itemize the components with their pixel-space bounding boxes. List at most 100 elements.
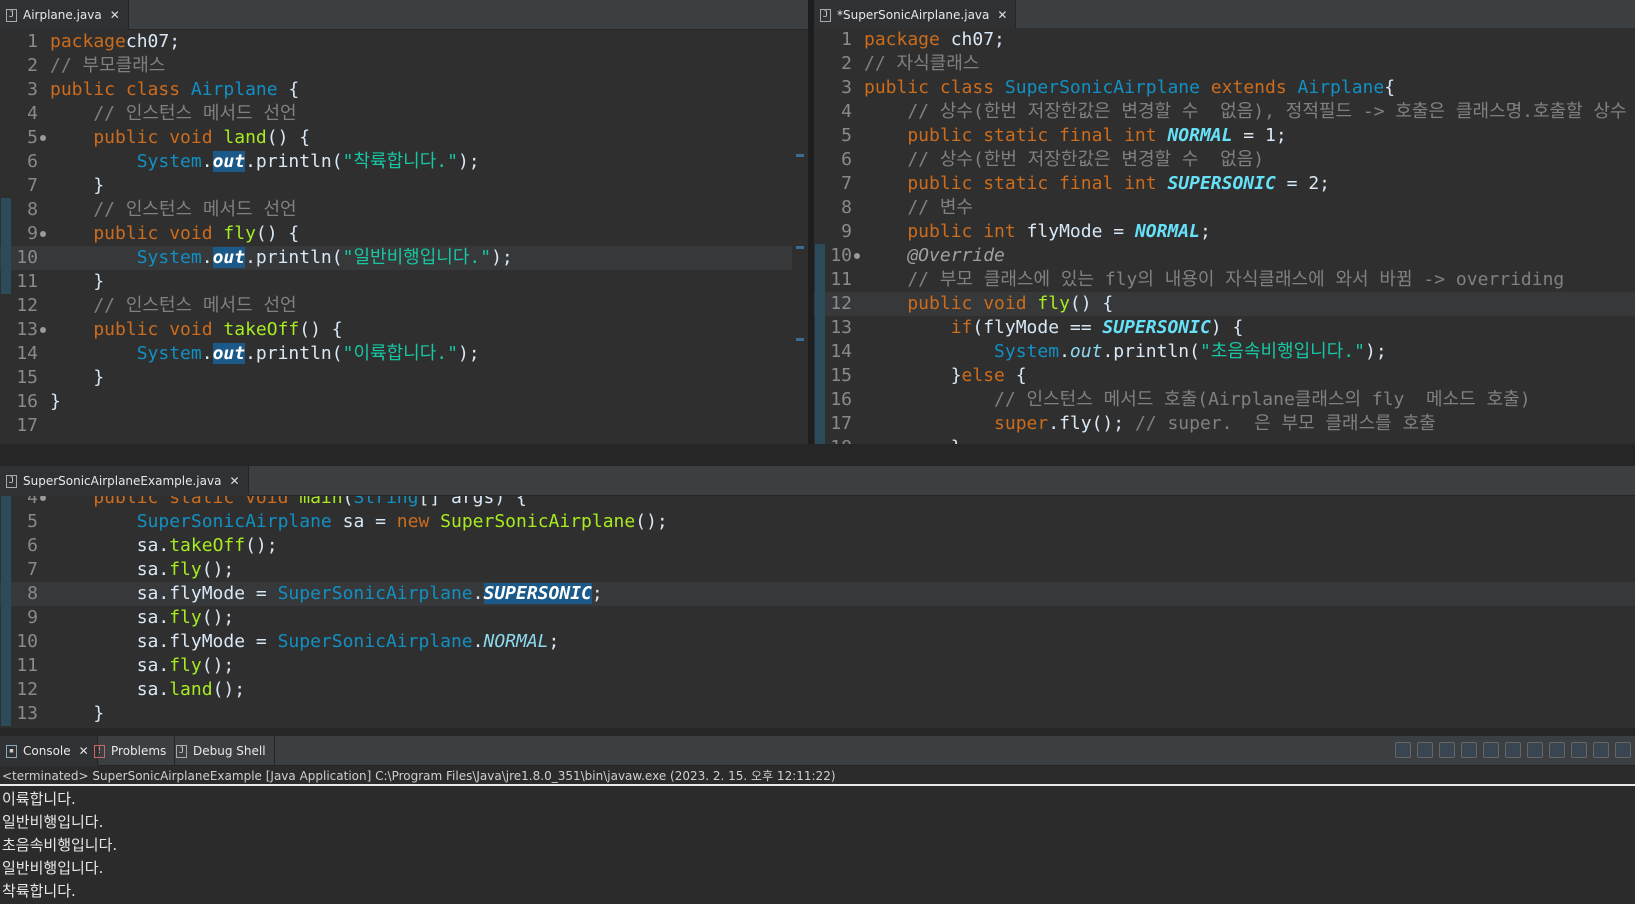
code-text[interactable]: System.out.println("착륙합니다."); bbox=[50, 150, 480, 174]
code-line[interactable]: 4 // 인스턴스 메서드 선언 bbox=[0, 102, 808, 126]
code-line[interactable]: 16 // 인스턴스 메서드 호출(Airplane클래스의 fly 메소드 호… bbox=[814, 388, 1635, 412]
code-line[interactable]: 10 @Override bbox=[814, 244, 1635, 268]
code-line[interactable]: 13 } bbox=[0, 702, 1635, 726]
code-text[interactable]: sa.fly(); bbox=[50, 558, 235, 582]
code-line[interactable]: 7 sa.fly(); bbox=[0, 558, 1635, 582]
code-text[interactable]: // 부모클래스 bbox=[50, 54, 165, 78]
code-line[interactable]: 4 // 상수(한번 저장한값은 변경할 수 없음), 정적필드 -> 호출은 … bbox=[814, 100, 1635, 124]
line-number[interactable]: 12 bbox=[0, 294, 38, 318]
code-text[interactable]: // 인스턴스 메서드 선언 bbox=[50, 294, 296, 318]
code-line[interactable]: 18 } bbox=[814, 436, 1635, 444]
code-text[interactable]: sa.flyMode = SuperSonicAirplane.NORMAL; bbox=[50, 630, 560, 654]
code-text[interactable]: // 인스턴스 메서드 호출(Airplane클래스의 fly 메소드 호출) bbox=[864, 388, 1531, 412]
code-text[interactable]: public void fly() { bbox=[864, 292, 1113, 316]
open-console-icon[interactable] bbox=[1615, 742, 1631, 758]
code-text[interactable]: sa.fly(); bbox=[50, 606, 235, 630]
fold-icon[interactable] bbox=[40, 135, 46, 141]
code-text[interactable]: }else { bbox=[864, 364, 1027, 388]
clear-console-icon[interactable] bbox=[1461, 742, 1477, 758]
code-line[interactable]: 12 sa.land(); bbox=[0, 678, 1635, 702]
tab-debug-shell[interactable]: J Debug Shell bbox=[170, 736, 275, 766]
line-number[interactable]: 14 bbox=[0, 342, 38, 366]
code-line[interactable]: 6 System.out.println("착륙합니다."); bbox=[0, 150, 808, 174]
line-number[interactable]: 5 bbox=[814, 124, 852, 148]
code-text[interactable]: if(flyMode == SUPERSONIC) { bbox=[864, 316, 1244, 340]
code-line[interactable]: 9 public void fly() { bbox=[0, 222, 808, 246]
code-line[interactable]: 14 System.out.println("초음속비행입니다."); bbox=[814, 340, 1635, 364]
line-number[interactable]: 2 bbox=[814, 52, 852, 76]
line-number[interactable]: 4 bbox=[0, 102, 38, 126]
code-line[interactable]: 11 // 부모 클래스에 있는 fly의 내용이 자식클래스에 와서 바뀜 -… bbox=[814, 268, 1635, 292]
line-number[interactable]: 17 bbox=[0, 414, 38, 438]
code-text[interactable]: // 자식클래스 bbox=[864, 52, 979, 76]
vertical-sash[interactable] bbox=[808, 0, 814, 444]
code-text[interactable]: System.out.println("초음속비행입니다."); bbox=[864, 340, 1387, 364]
line-number[interactable]: 6 bbox=[814, 148, 852, 172]
code-text[interactable]: package ch07; bbox=[864, 28, 1005, 52]
code-line[interactable]: 14 System.out.println("이륙합니다."); bbox=[0, 342, 808, 366]
line-number[interactable]: 3 bbox=[814, 76, 852, 100]
code-line[interactable]: 12 public void fly() { bbox=[814, 292, 1635, 316]
code-line[interactable]: 10 sa.flyMode = SuperSonicAirplane.NORMA… bbox=[0, 630, 1635, 654]
code-area[interactable]: 1 package ch07; 2 // 자식클래스 3 public class Sup… bbox=[814, 28, 1635, 444]
code-line[interactable]: 12 // 인스턴스 메서드 선언 bbox=[0, 294, 808, 318]
code-line[interactable]: 17 super.fly(); // super. 은 부모 클래스를 호출 bbox=[814, 412, 1635, 436]
code-editor[interactable]: 1 package ch07; 2 // 자식클래스 3 public class Sup… bbox=[814, 28, 1635, 444]
line-number[interactable]: 13 bbox=[0, 318, 38, 342]
code-line[interactable]: 8 // 인스턴스 메서드 선언 bbox=[0, 198, 808, 222]
code-text[interactable]: SuperSonicAirplane sa = new SuperSonicAi… bbox=[50, 510, 668, 534]
code-line[interactable]: 2 // 부모클래스 bbox=[0, 54, 808, 78]
code-line[interactable]: 5 public static final int NORMAL = 1; bbox=[814, 124, 1635, 148]
code-text[interactable]: // 상수(한번 저장한값은 변경할 수 없음), 정적필드 -> 호출은 클래… bbox=[864, 100, 1626, 124]
line-number[interactable]: 1 bbox=[814, 28, 852, 52]
code-line[interactable]: 1 package ch07; bbox=[814, 28, 1635, 52]
show-on-output-icon[interactable] bbox=[1527, 742, 1543, 758]
code-line[interactable]: 16} bbox=[0, 390, 808, 414]
fold-icon[interactable] bbox=[40, 496, 46, 501]
code-text[interactable]: sa.takeOff(); bbox=[50, 534, 278, 558]
line-number[interactable]: 6 bbox=[0, 150, 38, 174]
code-text[interactable]: System.out.println("이륙합니다."); bbox=[50, 342, 480, 366]
code-line[interactable]: 6 // 상수(한번 저장한값은 변경할 수 없음) bbox=[814, 148, 1635, 172]
code-text[interactable]: } bbox=[864, 436, 962, 444]
display-console-icon[interactable] bbox=[1593, 742, 1609, 758]
code-line[interactable]: 15 } bbox=[0, 366, 808, 390]
horizontal-sash[interactable] bbox=[0, 728, 1635, 736]
code-text[interactable]: public void fly() { bbox=[50, 222, 299, 246]
code-text[interactable]: System.out.println("일반비행입니다."); bbox=[50, 246, 513, 270]
remove-launch-icon[interactable] bbox=[1395, 742, 1411, 758]
horizontal-sash[interactable] bbox=[0, 444, 1635, 466]
line-number[interactable]: 16 bbox=[0, 390, 38, 414]
code-text[interactable]: sa.fly(); bbox=[50, 654, 235, 678]
close-icon[interactable]: ✕ bbox=[997, 8, 1007, 22]
code-text[interactable]: } bbox=[50, 366, 104, 390]
fold-icon[interactable] bbox=[854, 253, 860, 259]
code-line[interactable]: 9 public int flyMode = NORMAL; bbox=[814, 220, 1635, 244]
code-text[interactable]: sa.land(); bbox=[50, 678, 245, 702]
line-number[interactable]: 4 bbox=[814, 100, 852, 124]
remove-all-icon[interactable] bbox=[1439, 742, 1455, 758]
code-line[interactable]: 7 } bbox=[0, 174, 808, 198]
console-output[interactable]: 이륙합니다. 일반비행입니다. 초음속비행입니다. 일반비행입니다. 착륙합니다. bbox=[0, 786, 1635, 904]
tab-supersonic-java[interactable]: J *SuperSonicAirplane.java ✕ bbox=[814, 0, 1017, 30]
code-text[interactable]: // 인스턴스 메서드 선언 bbox=[50, 198, 296, 222]
code-line[interactable]: 9 sa.fly(); bbox=[0, 606, 1635, 630]
code-line[interactable]: 10 System.out.println("일반비행입니다."); bbox=[0, 246, 808, 270]
line-number[interactable]: 7 bbox=[814, 172, 852, 196]
code-text[interactable]: public void takeOff() { bbox=[50, 318, 342, 342]
code-editor[interactable]: 1 packagech07; 2 // 부모클래스 3 public class Airp… bbox=[0, 30, 808, 444]
code-text[interactable]: // 변수 bbox=[864, 196, 973, 220]
code-text[interactable]: public void land() { bbox=[50, 126, 310, 150]
terminate-icon[interactable] bbox=[1417, 742, 1433, 758]
code-line[interactable]: 6 sa.takeOff(); bbox=[0, 534, 1635, 558]
line-number[interactable]: 15 bbox=[0, 366, 38, 390]
code-text[interactable]: public static final int NORMAL = 1; bbox=[864, 124, 1286, 148]
fold-icon[interactable] bbox=[40, 231, 46, 237]
code-text[interactable]: } bbox=[50, 174, 104, 198]
code-line[interactable]: 1 packagech07; bbox=[0, 30, 808, 54]
scroll-lock-icon[interactable] bbox=[1483, 742, 1499, 758]
code-line[interactable]: 11 } bbox=[0, 270, 808, 294]
tab-problems[interactable]: ! Problems bbox=[88, 736, 176, 766]
code-line[interactable]: 15 }else { bbox=[814, 364, 1635, 388]
code-text[interactable]: // 상수(한번 저장한값은 변경할 수 없음) bbox=[864, 148, 1264, 172]
